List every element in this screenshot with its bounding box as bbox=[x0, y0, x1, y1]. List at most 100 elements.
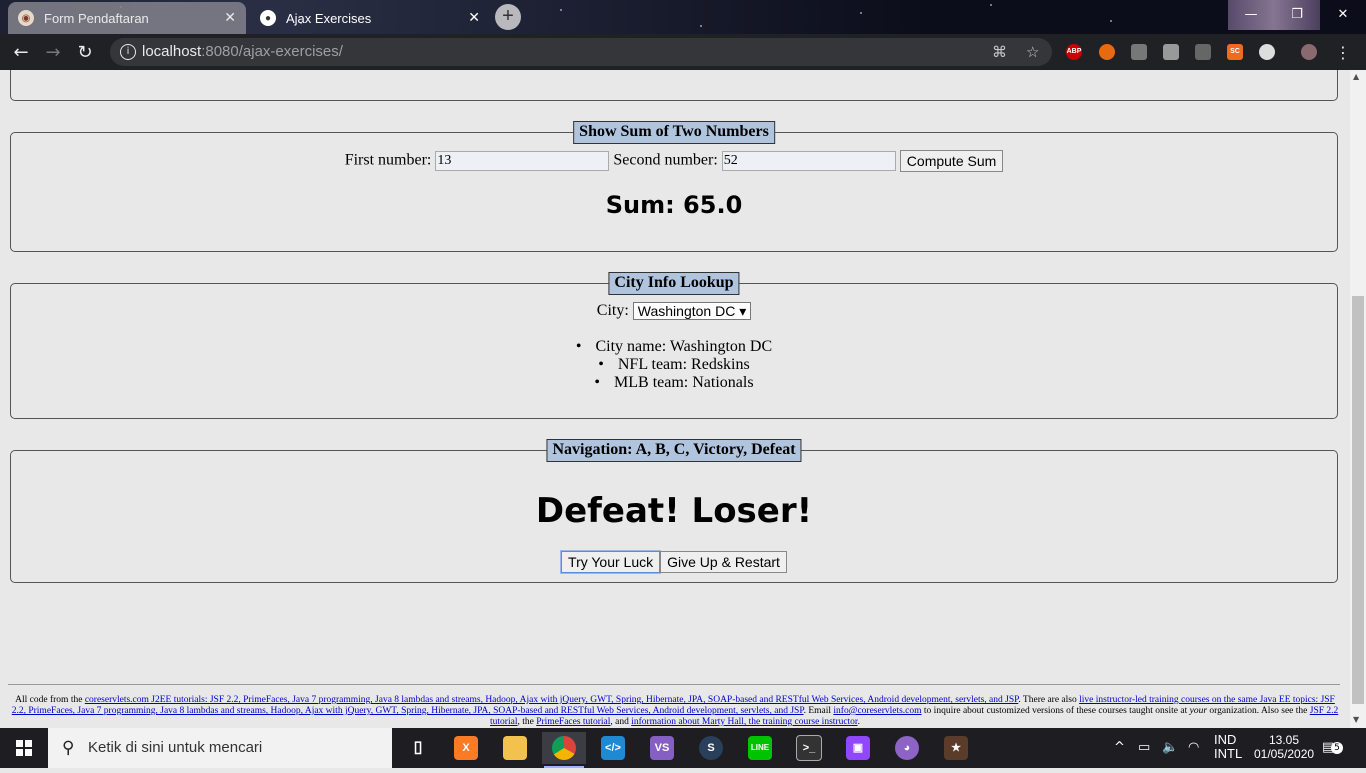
tab-title: Ajax Exercises bbox=[286, 10, 372, 26]
language-indicator[interactable]: IND INTL bbox=[1214, 733, 1242, 773]
site-info-icon[interactable]: i bbox=[120, 44, 136, 60]
second-number-input[interactable] bbox=[721, 151, 896, 171]
minimize-button[interactable]: — bbox=[1228, 0, 1274, 30]
twitch-icon[interactable]: ▣ bbox=[836, 732, 880, 764]
clock-date: 01/05/2020 bbox=[1254, 747, 1315, 761]
notification-center-icon[interactable]: ▤ 5 bbox=[1322, 728, 1343, 768]
background-star bbox=[560, 9, 562, 11]
extension-icon[interactable] bbox=[1259, 44, 1275, 60]
translate-icon[interactable]: ⌘ bbox=[992, 38, 1007, 66]
city-select[interactable]: Washington DC ▾ bbox=[632, 302, 752, 321]
back-arrow-icon[interactable]: ← bbox=[8, 40, 34, 66]
background-star bbox=[1110, 20, 1112, 22]
menu-kebab-icon[interactable]: ⋮ bbox=[1330, 40, 1356, 66]
chrome-icon[interactable] bbox=[542, 732, 586, 768]
tab-strip: ◉ Form Pendaftaran ✕ ● Ajax Exercises ✕ … bbox=[0, 0, 1366, 34]
windows-taskbar: ⚲ Ketik di sini untuk mencari ▯ X </> VS… bbox=[0, 728, 1366, 768]
first-number-label: First number: bbox=[344, 151, 432, 169]
background-star bbox=[990, 4, 992, 6]
dropdown-arrow-icon: ▾ bbox=[739, 303, 747, 320]
sum-form-row: First number: Second number: Compute Sum bbox=[11, 150, 1337, 172]
url-text: localhost:8080/ajax-exercises/ bbox=[142, 43, 343, 60]
sum-result: Sum: 65.0 bbox=[605, 191, 743, 219]
list-item: City name: Washington DC bbox=[11, 338, 1337, 356]
adblock-extension-icon[interactable]: ABP bbox=[1066, 44, 1082, 60]
windows-logo-icon bbox=[16, 740, 32, 756]
maximize-button[interactable]: ❐ bbox=[1274, 0, 1320, 30]
background-star bbox=[860, 12, 862, 14]
browser-toolbar: ← → ↻ i localhost:8080/ajax-exercises/ ⌘… bbox=[0, 34, 1366, 70]
background-star bbox=[700, 25, 702, 27]
speaker-muted-icon[interactable]: 🔈 bbox=[1162, 728, 1178, 768]
city-section: City Info Lookup City: Washington DC ▾ C… bbox=[10, 272, 1338, 419]
instructor-info-link[interactable]: information about Marty Hall, the traini… bbox=[631, 717, 857, 727]
scroll-down-arrow-icon[interactable]: ▼ bbox=[1353, 715, 1359, 724]
game-icon[interactable]: ★ bbox=[934, 732, 978, 764]
page-scrollbar[interactable]: ▲ ▼ bbox=[1350, 70, 1366, 728]
address-bar[interactable]: i localhost:8080/ajax-exercises/ ⌘ ☆ bbox=[110, 38, 1052, 66]
search-icon: ⚲ bbox=[62, 738, 75, 758]
scrollbar-thumb[interactable] bbox=[1352, 296, 1364, 704]
city-info-list: City name: Washington DC NFL team: Redsk… bbox=[11, 338, 1337, 392]
show-hidden-icons-icon[interactable]: ^ bbox=[1114, 728, 1125, 768]
site-favicon-icon: ◉ bbox=[18, 10, 34, 26]
vscode-icon[interactable]: </> bbox=[591, 732, 635, 764]
city-select-row: City: Washington DC ▾ bbox=[11, 302, 1337, 321]
give-up-restart-button[interactable]: Give Up & Restart bbox=[660, 551, 787, 573]
reload-icon[interactable]: ↻ bbox=[72, 40, 98, 66]
terminal-icon[interactable]: >_ bbox=[787, 732, 831, 764]
new-tab-button[interactable]: + bbox=[495, 4, 521, 30]
extension-icon[interactable] bbox=[1131, 44, 1147, 60]
close-tab-icon[interactable]: ✕ bbox=[468, 9, 480, 26]
clock-time: 13.05 bbox=[1268, 733, 1300, 747]
sum-section: Show Sum of Two Numbers First number: Se… bbox=[10, 121, 1338, 252]
github-desktop-icon[interactable]: ◕ bbox=[885, 732, 929, 764]
list-item: NFL team: Redskins bbox=[11, 356, 1337, 374]
file-explorer-icon[interactable] bbox=[493, 732, 537, 764]
visual-studio-icon[interactable]: VS bbox=[640, 732, 684, 764]
try-your-luck-button[interactable]: Try Your Luck bbox=[560, 550, 662, 574]
navigation-buttons: Try Your Luck Give Up & Restart bbox=[11, 550, 1337, 574]
extension-icon[interactable] bbox=[1163, 44, 1179, 60]
close-tab-icon[interactable]: ✕ bbox=[224, 9, 236, 26]
previous-section-fieldset bbox=[10, 70, 1338, 101]
wifi-icon[interactable]: ◠ bbox=[1188, 728, 1199, 768]
line-icon[interactable]: LINE bbox=[738, 732, 782, 764]
steam-icon[interactable]: S bbox=[689, 732, 733, 764]
extension-icon[interactable] bbox=[1099, 44, 1115, 60]
city-info-list-wrapper: City name: Washington DC NFL team: Redsk… bbox=[11, 338, 1337, 392]
city-section-legend: City Info Lookup bbox=[608, 272, 740, 295]
tutorials-link[interactable]: coreservlets.com J2EE tutorials: JSF 2.2… bbox=[85, 695, 1019, 705]
tab-title: Form Pendaftaran bbox=[44, 10, 149, 26]
scroll-up-arrow-icon[interactable]: ▲ bbox=[1353, 72, 1359, 81]
navigation-section: Navigation: A, B, C, Victory, Defeat Def… bbox=[10, 439, 1338, 583]
page-content: Show Sum of Two Numbers First number: Se… bbox=[0, 70, 1350, 728]
battery-icon[interactable]: ▭ bbox=[1138, 728, 1150, 768]
tab-form-pendaftaran[interactable]: ◉ Form Pendaftaran ✕ bbox=[8, 2, 246, 34]
close-window-button[interactable]: ✕ bbox=[1320, 0, 1366, 30]
tab-ajax-exercises[interactable]: ● Ajax Exercises ✕ bbox=[250, 2, 490, 34]
primefaces-tutorial-link[interactable]: PrimeFaces tutorial bbox=[536, 717, 610, 727]
compute-sum-button[interactable]: Compute Sum bbox=[899, 150, 1004, 172]
start-button[interactable] bbox=[0, 728, 48, 768]
sum-section-legend: Show Sum of Two Numbers bbox=[573, 121, 775, 144]
second-number-label: Second number: bbox=[613, 151, 718, 169]
footer-text: All code from the coreservlets.com J2EE … bbox=[11, 695, 1339, 727]
extension-icon[interactable]: SC bbox=[1227, 44, 1243, 60]
forward-arrow-icon[interactable]: → bbox=[40, 40, 66, 66]
list-item: MLB team: Nationals bbox=[11, 374, 1337, 392]
taskbar-search-box[interactable]: ⚲ Ketik di sini untuk mencari bbox=[48, 728, 392, 768]
xampp-icon[interactable]: X bbox=[444, 732, 488, 764]
email-link[interactable]: info@coreservlets.com bbox=[833, 706, 921, 716]
first-number-input[interactable] bbox=[435, 151, 610, 171]
notification-count-badge: 5 bbox=[1331, 742, 1343, 754]
navigation-section-legend: Navigation: A, B, C, Victory, Defeat bbox=[546, 439, 802, 462]
bookmark-star-icon[interactable]: ☆ bbox=[1026, 38, 1039, 66]
footer-divider bbox=[8, 684, 1340, 685]
clock[interactable]: 13.05 01/05/2020 bbox=[1254, 733, 1314, 773]
profile-avatar[interactable] bbox=[1301, 44, 1317, 60]
task-view-icon[interactable]: ▯ bbox=[396, 732, 440, 764]
city-label: City: bbox=[596, 302, 629, 319]
extension-icon[interactable] bbox=[1195, 44, 1211, 60]
navigation-message: Defeat! Loser! bbox=[535, 491, 813, 531]
